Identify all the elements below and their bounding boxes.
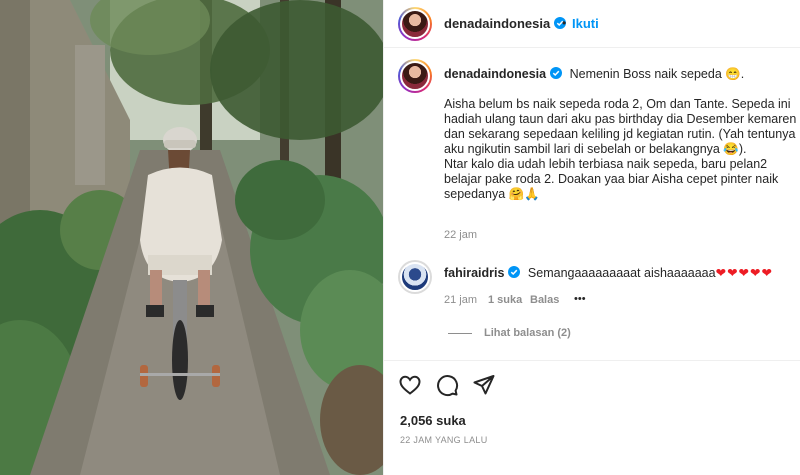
caption-author-avatar[interactable]	[398, 59, 432, 93]
post-photo-scene	[0, 0, 383, 475]
caption-timestamp[interactable]: 22 jam	[444, 229, 477, 241]
post-time-ago[interactable]: 22 JAM YANG LALU	[400, 435, 488, 445]
caption-line-2: hadiah ulang taun dari aku pas birthday …	[444, 112, 797, 126]
author-avatar[interactable]	[398, 7, 432, 41]
post-header: denadaindonesia • Ikuti	[384, 0, 800, 48]
post-photo[interactable]	[0, 0, 383, 475]
commenter-avatar[interactable]	[398, 260, 432, 294]
share-icon[interactable]	[472, 373, 496, 397]
follow-button[interactable]: Ikuti	[572, 16, 599, 31]
caption-first-line: denadaindonesia Nemenin Boss naik sepeda…	[444, 67, 744, 82]
author-username-text[interactable]: denadaindonesia	[444, 16, 550, 31]
likes-count[interactable]: 2,056 suka	[400, 413, 466, 428]
comment-likes[interactable]: 1 suka	[488, 294, 522, 306]
post-actions: 2,056 suka 22 JAM YANG LALU	[384, 360, 800, 475]
caption-line-1: Aisha belum bs naik sepeda roda 2, Om da…	[444, 97, 791, 111]
replies-divider	[448, 332, 472, 334]
comment-username[interactable]: fahiraidris	[444, 266, 504, 280]
verified-badge-icon	[550, 67, 563, 79]
comment-hearts: ❤❤❤❤❤	[715, 266, 773, 280]
author-username[interactable]: denadaindonesia	[444, 16, 567, 31]
caption-title: Nemenin Boss naik sepeda 😁.	[569, 67, 745, 81]
view-replies-label: Lihat balasan (2)	[484, 327, 571, 339]
comment-reply-button[interactable]: Balas	[530, 294, 559, 306]
post-panel: denadaindonesia • Ikuti denadaindonesia …	[383, 0, 800, 475]
caption-username[interactable]: denadaindonesia	[444, 67, 546, 81]
caption-line-4: aku ngikutin sambil lari di sebelah or b…	[444, 142, 747, 156]
comment-body: fahiraidris Semangaaaaaaaaat aishaaaaaaa…	[444, 266, 773, 281]
caption-line-5: Ntar kalo dia udah lebih terbiasa naik s…	[444, 157, 768, 171]
caption-line-6: belajar pake roda 2. Doakan yaa biar Ais…	[444, 172, 779, 186]
view-replies-button[interactable]: Lihat balasan (2)	[448, 327, 571, 339]
comment-timestamp[interactable]: 21 jam	[444, 294, 477, 306]
comment-text: Semangaaaaaaaaat aishaaaaaaa	[527, 266, 716, 280]
verified-badge-icon	[508, 266, 521, 278]
caption-line-7: sepedanya 🤗🙏	[444, 187, 540, 201]
caption-line-3: dan sekarang sepedaan keliling jd kegiat…	[444, 127, 796, 141]
heart-icon[interactable]	[398, 373, 422, 397]
comment-icon[interactable]	[435, 373, 459, 397]
comment-more-options-icon[interactable]: •••	[574, 293, 586, 305]
header-separator: •	[562, 16, 567, 30]
